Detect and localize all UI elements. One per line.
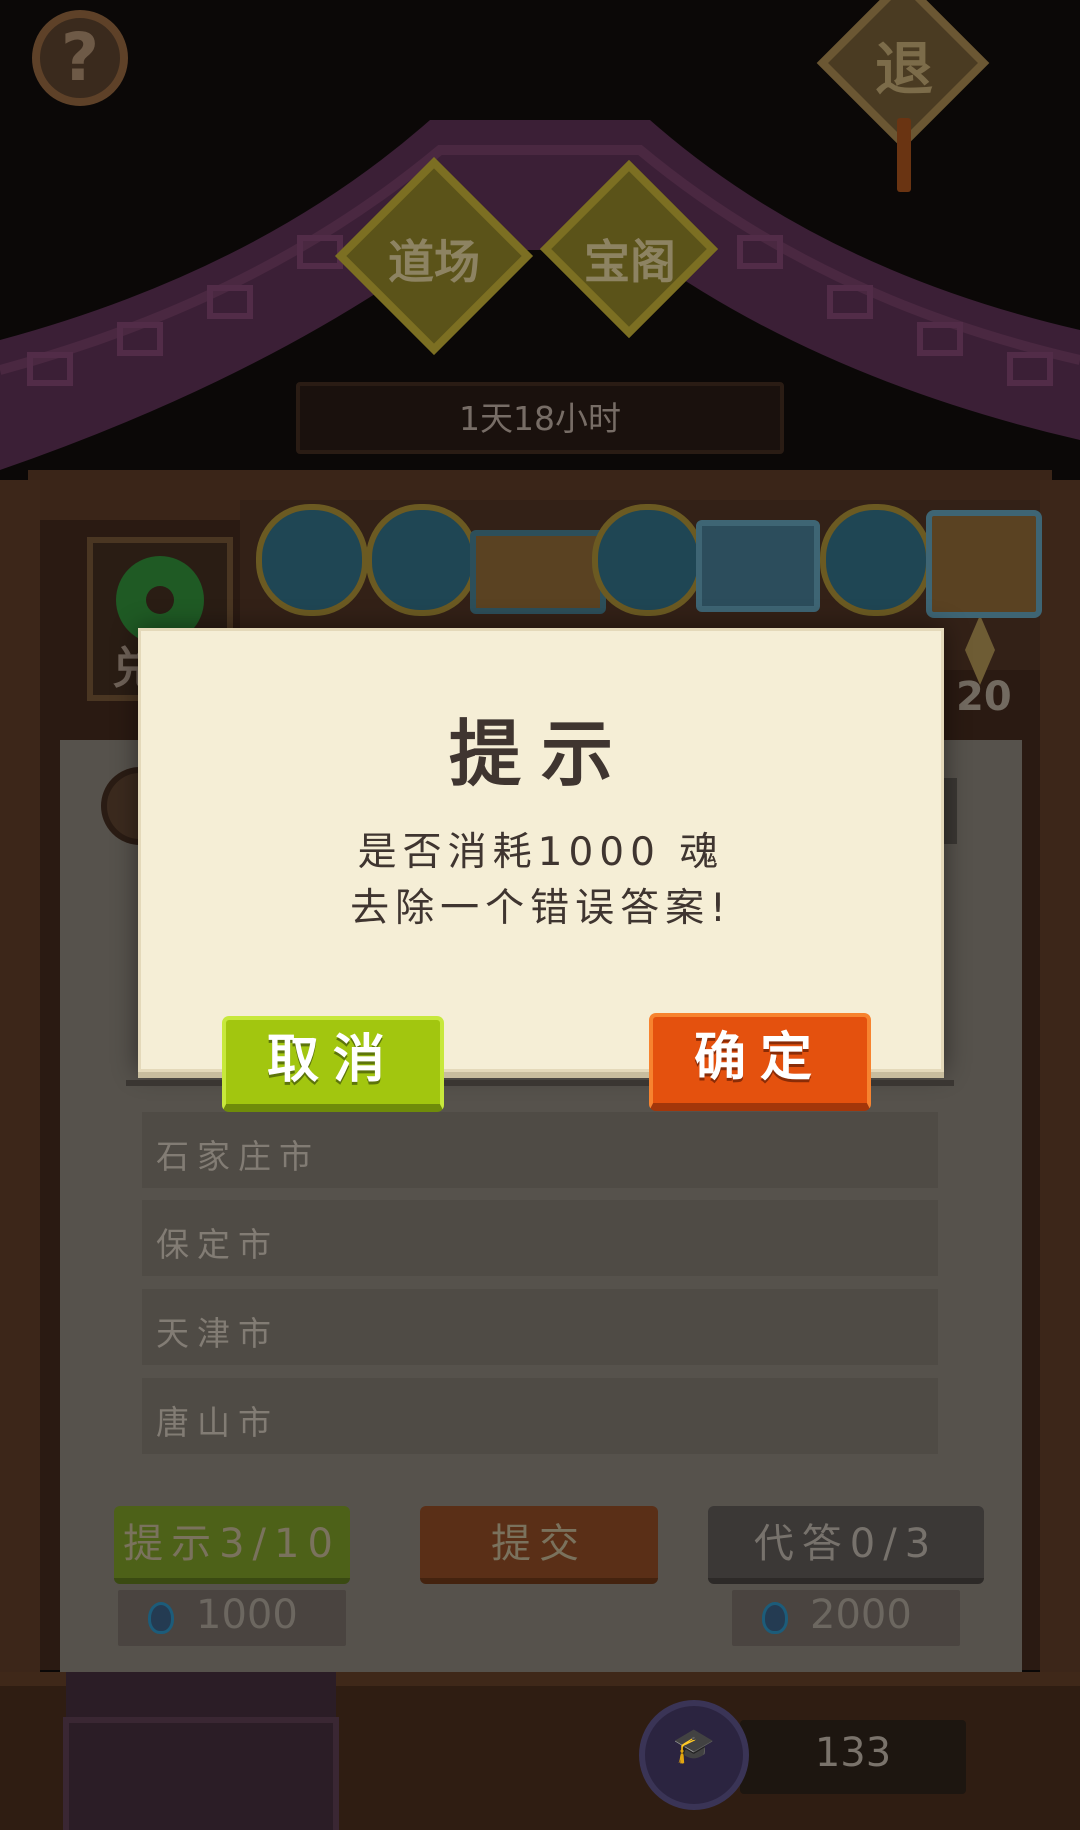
confirm-button[interactable]: 确定	[649, 1013, 871, 1111]
answer-option-label: 石家庄市	[156, 1137, 320, 1176]
answer-option-label: 天津市	[156, 1314, 279, 1353]
exit-button[interactable]: 退	[856, 22, 952, 106]
dialog-message-line1: 是否消耗1000 魂	[357, 830, 725, 875]
coin-bag-icon[interactable]	[366, 504, 478, 616]
dialog-message-line2: 去除一个错误答案!	[350, 886, 732, 931]
help-button[interactable]: ?	[32, 10, 128, 106]
cancel-button[interactable]: 取消	[222, 1016, 444, 1112]
soul-icon	[148, 1602, 174, 1634]
tab-treasure[interactable]: 宝阁	[560, 226, 700, 292]
soul-icon	[762, 1602, 788, 1634]
hint-cost: 1000	[196, 1592, 298, 1638]
submit-button[interactable]: 提交	[420, 1506, 658, 1584]
question-mark-icon: ?	[60, 19, 100, 96]
gem-count: 20	[956, 674, 1012, 720]
coin-bag-icon[interactable]	[820, 504, 932, 616]
coin-bag-icon[interactable]	[256, 504, 368, 616]
score-value: 133	[814, 1730, 892, 1776]
tassel-icon	[897, 118, 911, 192]
proxy-cost: 2000	[810, 1592, 912, 1638]
coin-bag-icon[interactable]	[592, 504, 704, 616]
treasure-box-icon[interactable]	[696, 520, 820, 612]
treasure-box-icon[interactable]	[470, 530, 606, 614]
confirm-dialog: 提示 是否消耗1000 魂 去除一个错误答案!	[138, 628, 944, 1072]
answer-option-label: 唐山市	[156, 1403, 279, 1442]
dialog-title: 提示	[448, 712, 633, 796]
hint-button[interactable]: 提示3/10	[114, 1506, 350, 1584]
answer-option-label: 保定市	[156, 1225, 279, 1264]
proxy-answer-button[interactable]: 代答0/3	[708, 1506, 984, 1584]
treasure-chest-icon[interactable]	[926, 510, 1042, 618]
tab-dojo[interactable]: 道场	[364, 226, 504, 292]
event-timer: 1天18小时	[459, 399, 621, 438]
graduation-cap-icon: 🎓	[672, 1726, 716, 1766]
